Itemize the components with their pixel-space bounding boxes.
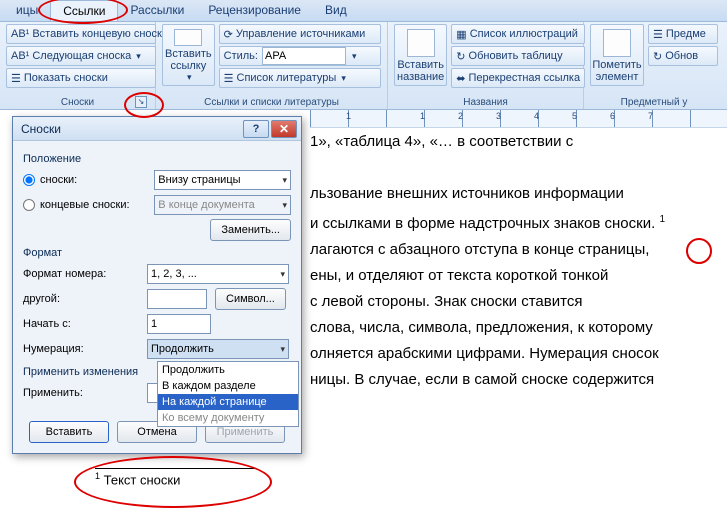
apply-to-label: Применить: bbox=[23, 387, 147, 399]
bibliography-button[interactable]: ☰Список литературы▾ bbox=[219, 68, 381, 88]
dialog-titlebar[interactable]: Сноски ? ✕ bbox=[13, 117, 301, 141]
radio-endnotes[interactable] bbox=[23, 199, 35, 211]
gear-icon: ⟳ bbox=[224, 28, 233, 41]
list-illustrations-button[interactable]: ▦Список иллюстраций bbox=[451, 24, 585, 44]
table-icon: ▦ bbox=[456, 28, 466, 41]
custom-mark-input[interactable] bbox=[147, 289, 207, 309]
group-captions: Вставить название ▦Список иллюстраций ↻О… bbox=[388, 22, 584, 109]
mark-entry-button[interactable]: Пометить элемент bbox=[590, 24, 644, 86]
caption-icon bbox=[407, 29, 435, 57]
insert-endnote-button[interactable]: AB¹Вставить концевую сноску bbox=[6, 24, 156, 44]
convert-button[interactable]: Заменить... bbox=[210, 219, 291, 241]
index-icon: ☰ bbox=[653, 28, 663, 41]
chevron-down-icon[interactable]: ▾ bbox=[352, 51, 357, 62]
list-icon: ☰ bbox=[224, 72, 234, 85]
doc-line: олняется арабскими цифрами. Нумерация сн… bbox=[310, 342, 720, 366]
tab-view[interactable]: Вид bbox=[313, 0, 359, 21]
group-citations: Вставить ссылку ▾ ⟳Управление источникам… bbox=[156, 22, 388, 109]
group-index-label: Предметный у bbox=[590, 96, 718, 109]
tab-0[interactable]: ицы bbox=[4, 0, 50, 21]
chevron-down-icon: ▾ bbox=[282, 200, 287, 211]
insert-caption-button[interactable]: Вставить название bbox=[394, 24, 447, 86]
bookmark-icon bbox=[603, 29, 631, 57]
chevron-down-icon: ▾ bbox=[282, 175, 287, 186]
link-icon: ⬌ bbox=[456, 72, 465, 85]
numbering-dropdown-list: Продолжить В каждом разделе На каждой ст… bbox=[157, 361, 299, 427]
custom-mark-label: другой: bbox=[23, 293, 147, 305]
dialog-title: Сноски bbox=[21, 122, 241, 136]
number-format-label: Формат номера: bbox=[23, 268, 147, 280]
group-captions-label: Названия bbox=[394, 96, 577, 109]
close-button[interactable]: ✕ bbox=[271, 120, 297, 138]
chevron-down-icon: ▾ bbox=[280, 269, 285, 280]
number-format-select[interactable]: 1, 2, 3, ...▾ bbox=[147, 264, 289, 284]
update-table-button[interactable]: ↻Обновить таблицу bbox=[451, 46, 585, 66]
radio-endnotes-label: концевые сноски: bbox=[40, 199, 154, 211]
book-icon bbox=[174, 29, 202, 46]
endnote-location-select: В конце документа▾ bbox=[154, 195, 291, 215]
numbering-option[interactable]: На каждой странице bbox=[158, 394, 298, 410]
chevron-down-icon: ▾ bbox=[341, 73, 346, 84]
doc-line: льзование внешних источников информации bbox=[310, 182, 720, 206]
footnotes-dialog-launcher[interactable]: ↘ bbox=[135, 96, 147, 108]
chevron-down-icon: ▾ bbox=[280, 344, 285, 355]
doc-line: слова, числа, символа, предложения, к ко… bbox=[310, 316, 720, 340]
footnote-text: Текст сноски bbox=[100, 472, 180, 487]
ribbon: AB¹Вставить концевую сноску AB¹Следующая… bbox=[0, 22, 727, 110]
style-row: Стиль: ▾ bbox=[219, 46, 381, 66]
doc-line: 1», «таблица 4», «… в соответствии с bbox=[310, 130, 720, 154]
doc-line: с левой стороны. Знак сноски ставится bbox=[310, 290, 720, 314]
doc-line: ницы. В случае, если в самой сноске соде… bbox=[310, 368, 720, 392]
style-select[interactable] bbox=[262, 47, 346, 65]
refresh-icon: ↻ bbox=[456, 50, 465, 63]
update-index-button[interactable]: ↻Обнов bbox=[648, 46, 718, 66]
chevron-down-icon: ▾ bbox=[136, 51, 141, 62]
manage-sources-button[interactable]: ⟳Управление источниками bbox=[219, 24, 381, 44]
radio-footnotes-label: сноски: bbox=[40, 174, 154, 186]
footnote-area[interactable]: 1 Текст сноски bbox=[95, 468, 305, 488]
tab-mailings[interactable]: Рассылки bbox=[118, 0, 196, 21]
footnote-location-select[interactable]: Внизу страницы▾ bbox=[154, 170, 291, 190]
cross-reference-button[interactable]: ⬌Перекрестная ссылка bbox=[451, 68, 585, 88]
tab-references[interactable]: Ссылки bbox=[50, 0, 118, 21]
group-footnotes-label: Сноски bbox=[61, 97, 94, 108]
numbering-label: Нумерация: bbox=[23, 343, 147, 355]
doc-line: и ссылками в форме надстрочных знаков сн… bbox=[310, 208, 720, 236]
chevron-down-icon: ▾ bbox=[187, 72, 192, 83]
insert-index-button[interactable]: ☰Предме bbox=[648, 24, 718, 44]
numbering-option[interactable]: Продолжить bbox=[158, 362, 298, 378]
help-button[interactable]: ? bbox=[243, 120, 269, 138]
group-footnotes: AB¹Вставить концевую сноску AB¹Следующая… bbox=[0, 22, 156, 109]
doc-line: ены, и отделяют от текста короткой тонко… bbox=[310, 264, 720, 288]
footnote-reference[interactable]: 1 bbox=[659, 214, 665, 225]
radio-footnotes[interactable] bbox=[23, 174, 35, 186]
insert-button[interactable]: Вставить bbox=[29, 421, 109, 443]
doc-line: лагаются с абзацного отступа в конце стр… bbox=[310, 238, 720, 262]
show-footnotes-button[interactable]: ☰Показать сноски bbox=[6, 68, 156, 88]
footnote-separator bbox=[95, 468, 255, 469]
ribbon-tabs: ицы Ссылки Рассылки Рецензирование Вид bbox=[0, 0, 727, 22]
numbering-select[interactable]: Продолжить▾ bbox=[147, 339, 289, 359]
refresh-icon: ↻ bbox=[653, 50, 662, 63]
section-format: Формат bbox=[23, 247, 291, 259]
numbering-option[interactable]: Ко всему документу bbox=[158, 410, 298, 426]
style-label: Стиль: bbox=[224, 50, 258, 62]
numbering-option[interactable]: В каждом разделе bbox=[158, 378, 298, 394]
start-at-label: Начать с: bbox=[23, 318, 147, 330]
footnotes-dialog: Сноски ? ✕ Положение сноски: Внизу стран… bbox=[12, 116, 302, 454]
section-location: Положение bbox=[23, 153, 291, 165]
horizontal-ruler: 1 1 2 3 4 5 6 7 bbox=[310, 110, 727, 128]
symbol-button[interactable]: Символ... bbox=[215, 288, 286, 310]
start-at-input[interactable] bbox=[147, 314, 211, 334]
next-footnote-button[interactable]: AB¹Следующая сноска▾ bbox=[6, 46, 156, 66]
group-index: Пометить элемент ☰Предме ↻Обнов Предметн… bbox=[584, 22, 724, 109]
insert-citation-button[interactable]: Вставить ссылку ▾ bbox=[162, 24, 215, 86]
tab-review[interactable]: Рецензирование bbox=[196, 0, 313, 21]
document-body[interactable]: 1», «таблица 4», «… в соответствии с льз… bbox=[310, 130, 720, 394]
group-citations-label: Ссылки и списки литературы bbox=[162, 96, 381, 109]
